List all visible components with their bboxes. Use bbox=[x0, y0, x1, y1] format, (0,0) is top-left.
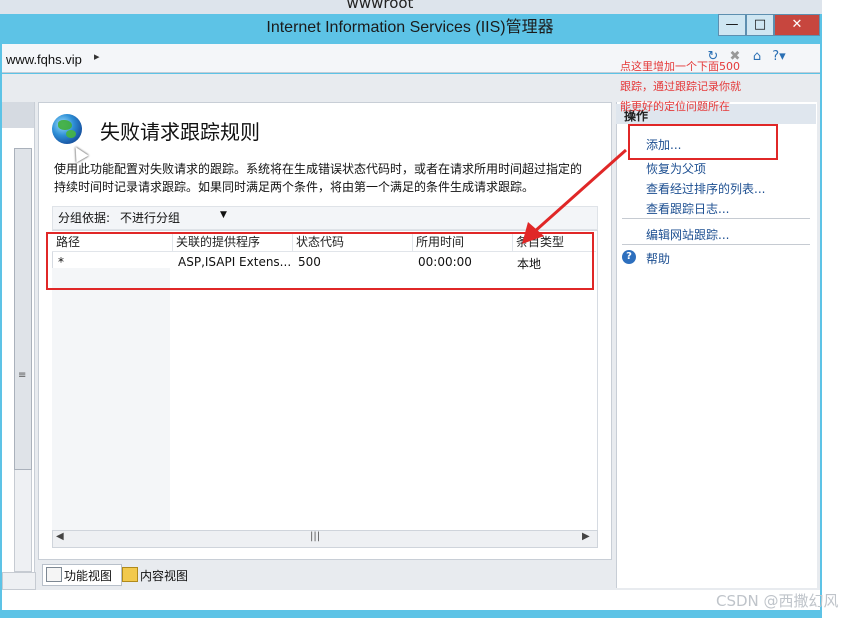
watermark: CSDN @西撒幻风 bbox=[716, 592, 839, 610]
list-shaded-column bbox=[52, 268, 170, 530]
help-icon[interactable]: ? bbox=[622, 250, 636, 264]
maximize-button[interactable]: □ bbox=[746, 14, 774, 36]
page-description-line-2: 持续时间时记录请求跟踪。如果同时满足两个条件，将由第一个满足的条件生成请求跟踪。 bbox=[54, 180, 535, 194]
tab-feature-view-label[interactable]: 功能视图 bbox=[64, 567, 112, 584]
connections-hscrollbar[interactable] bbox=[2, 572, 36, 590]
list-hscrollbar[interactable] bbox=[52, 530, 598, 548]
action-view-trace-logs[interactable]: 查看跟踪日志... bbox=[646, 200, 729, 217]
globe-land-shape bbox=[58, 120, 72, 130]
scroll-right-icon[interactable]: ▶ bbox=[582, 531, 590, 542]
scroll-grip-icon: ≡ bbox=[18, 370, 27, 381]
window-bottom-border bbox=[0, 610, 822, 618]
background-window-title: wwwroot bbox=[346, 0, 414, 12]
tab-content-view[interactable]: 内容视图 bbox=[140, 567, 188, 584]
scroll-grip-icon[interactable]: ||| bbox=[310, 531, 320, 542]
action-edit-site-tracing[interactable]: 编辑网站跟踪... bbox=[646, 226, 729, 243]
desktop-strip bbox=[822, 0, 866, 618]
connections-scroll-thumb[interactable] bbox=[14, 148, 32, 470]
scroll-left-icon[interactable]: ◀ bbox=[56, 531, 64, 542]
annotation-line-2: 跟踪，通过跟踪记录你就 bbox=[620, 80, 741, 93]
annotation-line-3: 能更好的定位问题所在 bbox=[620, 100, 730, 113]
action-help[interactable]: 帮助 bbox=[646, 250, 670, 267]
action-revert-to-parent[interactable]: 恢复为父项 bbox=[646, 160, 706, 177]
content-view-icon bbox=[122, 567, 138, 582]
annotation-line-1: 点这里增加一个下面500 bbox=[620, 60, 740, 73]
actions-divider-2 bbox=[622, 244, 810, 245]
help-icon[interactable]: ?▾ bbox=[770, 48, 788, 66]
close-button[interactable]: ✕ bbox=[774, 14, 820, 36]
actions-divider bbox=[622, 218, 810, 219]
window-title: Internet Information Services (IIS)管理器 bbox=[266, 19, 554, 36]
group-by-label: 分组依据: bbox=[58, 211, 111, 225]
page-description-line-1: 使用此功能配置对失败请求的跟踪。系统将在生成错误状态代码时，或者在请求所用时间超… bbox=[54, 162, 583, 176]
home-icon[interactable]: ⌂ bbox=[748, 48, 766, 66]
highlight-box-rule-row bbox=[46, 232, 594, 290]
action-view-sorted-list[interactable]: 查看经过排序的列表... bbox=[646, 180, 765, 197]
highlight-box-add-action bbox=[628, 124, 778, 160]
group-by-select[interactable]: 不进行分组 bbox=[120, 209, 180, 226]
address-path[interactable]: www.fqhs.vip bbox=[6, 52, 82, 67]
page-title: 失败请求跟踪规则 bbox=[100, 120, 260, 144]
minimize-button[interactable]: — bbox=[718, 14, 746, 36]
feature-view-icon bbox=[46, 567, 62, 582]
connections-header bbox=[2, 102, 34, 128]
chevron-down-icon[interactable]: ▼ bbox=[220, 210, 227, 220]
breadcrumb-chevron-icon[interactable]: ▸ bbox=[94, 50, 100, 63]
globe-land-shape-2 bbox=[66, 130, 76, 138]
